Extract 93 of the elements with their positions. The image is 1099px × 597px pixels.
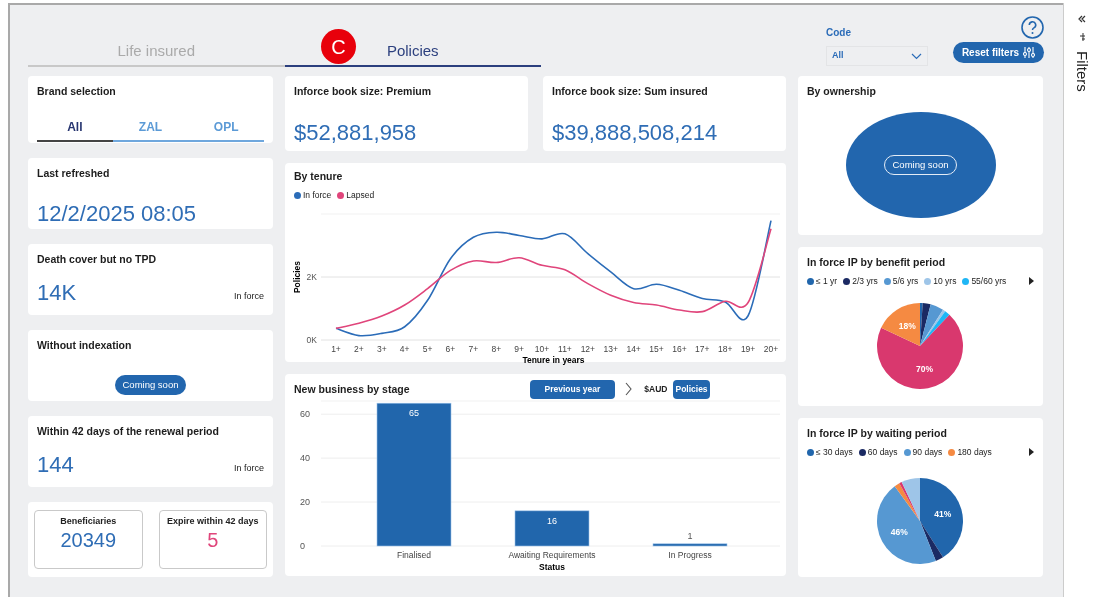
axis-tick-label: 16+ — [672, 343, 687, 354]
chart-title: New business by stage — [294, 381, 410, 397]
data-label: 16 — [547, 515, 557, 526]
legend-label: 2/3 yrs — [852, 274, 878, 288]
axis-tick-label: 3+ — [376, 343, 387, 354]
marker-badge: C — [321, 29, 356, 64]
legend-label: ≤ 30 days — [816, 445, 853, 459]
axis-tick-label: 60 — [300, 408, 310, 419]
code-dropdown[interactable]: All — [826, 46, 928, 66]
legend-label: ≤ 1 yr — [816, 274, 838, 288]
chevron-icon — [911, 52, 922, 60]
axis-tick-label: 5+ — [422, 343, 433, 354]
axis-tick-label: 2K — [306, 271, 317, 282]
axis-tick-label: 0K — [306, 334, 317, 345]
legend-label: 55/60 yrs — [971, 274, 1007, 288]
brand-tab[interactable]: All — [37, 117, 113, 142]
axis-tick-label: 18+ — [718, 343, 733, 354]
data-label: 41% — [934, 508, 952, 519]
data-label: 18% — [898, 320, 916, 331]
metric-value: 20349 — [59, 528, 118, 551]
metric-value: 144 — [37, 453, 74, 476]
metric-value: 12/2/2025 08:05 — [37, 202, 197, 225]
card-title: Inforce book size: Sum insured — [552, 84, 709, 99]
axis-tick-label: Awaiting Requirements — [508, 549, 596, 560]
reset-filters-button[interactable]: Reset filters — [953, 42, 1044, 63]
axis-tick-label: 15+ — [649, 343, 664, 354]
filters-label[interactable]: Filters — [1070, 51, 1093, 92]
data-label: 1 — [687, 530, 693, 541]
axis-tick-label: 20+ — [763, 343, 779, 354]
axis-tick-label: 14+ — [626, 343, 641, 354]
next-arrow-icon[interactable] — [1029, 277, 1034, 286]
card-title: By ownership — [807, 84, 877, 99]
axis-tick-label: 2+ — [354, 343, 364, 354]
metric-value: $52,881,958 — [294, 121, 417, 144]
axis-tick-label: 6+ — [445, 343, 456, 354]
filter-label: Code — [826, 26, 852, 40]
legend-label: 10 yrs — [933, 274, 957, 288]
axis-tick-label: 1+ — [331, 343, 341, 354]
card-title: Brand selection — [37, 84, 117, 99]
axis-tick-label: 19+ — [740, 343, 756, 354]
axis-tick-label: 40 — [300, 452, 310, 463]
data-label: 65 — [409, 407, 419, 418]
legend-label: Lapsed — [346, 188, 375, 202]
axis-title: Tenure in years — [522, 354, 585, 365]
coming-soon-badge: Coming soon — [114, 374, 187, 395]
period-button[interactable]: Previous year — [529, 380, 616, 399]
axis-tick-label: 0 — [300, 540, 305, 551]
card-title: Without indexation — [37, 338, 133, 353]
data-label: 46% — [890, 526, 908, 537]
axis-tick-label: 12+ — [580, 343, 596, 354]
brand-tab[interactable]: ZAL — [112, 117, 189, 142]
chart-title: By tenure — [294, 169, 344, 184]
status-label: In force — [234, 289, 264, 303]
axis-tick-label: Finalised — [397, 549, 431, 560]
legend-label: In force — [303, 188, 332, 202]
axis-tick-label: 7+ — [468, 343, 479, 354]
axis-tick-label: 8+ — [491, 343, 502, 354]
toggle-button[interactable]: $AUD — [642, 380, 670, 399]
card-title: Inforce book size: Premium — [294, 84, 433, 99]
axis-title: Status — [539, 561, 565, 571]
legend-label: 180 days — [957, 445, 992, 459]
metric-label: Beneficiaries — [59, 515, 118, 528]
axis-tick-label: 10+ — [534, 343, 550, 354]
axis-tick-label: 17+ — [695, 343, 710, 354]
legend-label: 5/6 yrs — [892, 274, 919, 288]
metric-value: 14K — [37, 281, 77, 304]
card-title: Death cover but no TPD — [37, 252, 157, 267]
data-label: 70% — [915, 363, 933, 374]
legend-label: 90 days — [912, 445, 943, 459]
next-arrow-icon[interactable] — [1029, 448, 1034, 457]
metric-value: 5 — [206, 528, 220, 551]
legend-label: 60 days — [867, 445, 898, 459]
axis-tick-label: In Progress — [668, 549, 712, 560]
filter-icon — [1078, 33, 1085, 41]
sliders-icon — [1023, 46, 1036, 59]
axis-tick-label: 20 — [300, 496, 310, 507]
axis-tick-label: 11+ — [558, 343, 572, 354]
card-title: Within 42 days of the renewal period — [37, 424, 220, 439]
brand-tab[interactable]: OPL — [188, 117, 264, 142]
collapse-icon[interactable] — [1077, 15, 1086, 23]
axis-title: Policies — [292, 260, 302, 293]
card-title: Last refreshed — [37, 166, 111, 181]
chart-title: In force IP by waiting period — [807, 426, 948, 441]
chevron-icon — [625, 382, 633, 397]
chart-title: In force IP by benefit period — [807, 255, 947, 270]
help-icon[interactable] — [1021, 16, 1044, 39]
toggle-button[interactable]: Policies — [673, 380, 710, 399]
metric-label: Expire within 42 days — [165, 515, 260, 528]
axis-tick-label: 13+ — [603, 343, 618, 354]
status-label: In force — [234, 461, 264, 475]
axis-tick-label: 4+ — [399, 343, 410, 354]
axis-tick-label: 9+ — [514, 343, 524, 354]
metric-value: $39,888,508,214 — [552, 121, 718, 144]
